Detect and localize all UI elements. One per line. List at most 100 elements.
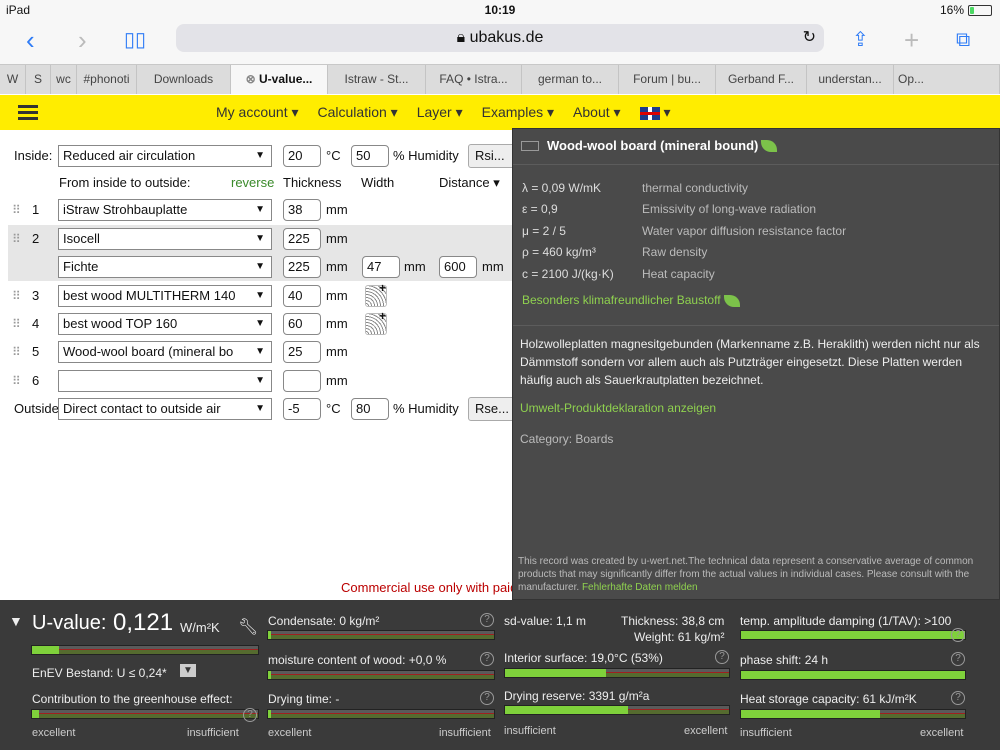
distance-header[interactable]: Distance ▾ — [439, 172, 500, 194]
layer-thickness-input[interactable]: 225 — [283, 256, 321, 278]
new-tab-icon[interactable]: + — [904, 26, 919, 54]
site-nav: My account ▾ Calculation ▾ Layer ▾ Examp… — [0, 95, 1000, 130]
layer-thickness-input[interactable]: 25 — [283, 341, 321, 363]
width-header: Width — [361, 175, 395, 190]
rse-button[interactable]: Rse... — [468, 397, 516, 421]
scale-insufficient: insufficient — [740, 727, 792, 739]
amplitude-damping-label: temp. amplitude damping (1/TAV): >100 — [740, 614, 952, 628]
layer-material-select[interactable]: Isocell ▼ — [58, 228, 272, 250]
layer-thickness-input[interactable]: 40 — [283, 285, 321, 307]
wrench-icon[interactable]: 🔧︎ — [238, 617, 258, 637]
hamburger-menu-icon[interactable] — [18, 105, 38, 120]
browser-tab[interactable]: understan... — [807, 65, 894, 94]
nav-about[interactable]: About ▾ — [573, 95, 621, 130]
close-tab-icon[interactable]: ⊗ — [246, 72, 259, 86]
browser-tab[interactable]: german to... — [522, 65, 619, 94]
nav-layer[interactable]: Layer ▾ — [417, 95, 463, 130]
share-icon[interactable]: ⇪ — [852, 26, 869, 54]
uvalue-unit: W/m²K — [180, 620, 220, 635]
bookmarks-icon[interactable]: ▯▯ — [124, 26, 146, 54]
browser-tab[interactable]: #phonoti — [77, 65, 137, 94]
browser-tab[interactable]: FAQ • Istra... — [426, 65, 522, 94]
help-icon[interactable]: ? — [480, 613, 494, 627]
help-icon[interactable]: ? — [951, 691, 965, 705]
nav-examples[interactable]: Examples ▾ — [482, 95, 554, 130]
prop-value: λ = 0,09 W/mK — [522, 181, 602, 195]
nav-my-account[interactable]: My account ▾ — [216, 95, 299, 130]
help-icon[interactable]: ? — [951, 628, 965, 642]
browser-tab-active[interactable]: ⊗ U-value... — [231, 65, 328, 94]
browser-tab[interactable]: Op... — [894, 65, 1000, 94]
interior-surface-bar — [504, 668, 730, 678]
prop-value: μ = 2 / 5 — [522, 224, 566, 238]
drying-time-label: Drying time: - — [268, 692, 340, 706]
drag-handle-icon[interactable]: ⠿ — [12, 199, 21, 221]
layer-material-select[interactable]: best wood TOP 160 ▼ — [58, 313, 272, 335]
collapse-icon[interactable]: ▼ — [9, 613, 23, 629]
back-icon[interactable]: ‹ — [26, 26, 35, 54]
outside-climate-select[interactable]: Direct contact to outside air ▼ — [58, 398, 272, 420]
browser-tab[interactable]: S — [26, 65, 51, 94]
outside-humidity-input[interactable]: 80 — [351, 398, 389, 420]
uvalue-bar — [31, 645, 259, 655]
leaf-icon — [761, 140, 777, 152]
language-selector[interactable]: ▾ — [639, 95, 670, 130]
leaf-icon — [723, 294, 740, 307]
layer-thickness-input[interactable]: 225 — [283, 228, 321, 250]
drag-handle-icon[interactable]: ⠿ — [12, 285, 21, 307]
scale-excellent: excellent — [32, 727, 76, 739]
drag-handle-icon[interactable]: ⠿ — [12, 228, 21, 250]
enev-dropdown-icon[interactable]: ▼ — [180, 664, 196, 677]
popup-divider — [513, 325, 999, 326]
rsi-button[interactable]: Rsi... — [468, 144, 516, 168]
add-icon[interactable]: + — [379, 309, 386, 323]
layer-material-select[interactable]: Wood-wool board (mineral bo ▼ — [58, 341, 272, 363]
forward-icon[interactable]: › — [78, 26, 87, 54]
browser-tab[interactable]: Forum | bu... — [619, 65, 716, 94]
report-error-link[interactable]: Fehlerhafte Daten melden — [582, 582, 698, 593]
layer-width-input[interactable]: 47 — [362, 256, 400, 278]
layer-material-select[interactable]: best wood MULTITHERM 140 ▼ — [58, 285, 272, 307]
outside-temp-input[interactable]: -5 — [283, 398, 321, 420]
prop-value: ε = 0,9 — [522, 202, 558, 216]
add-icon[interactable]: + — [379, 281, 386, 295]
layer-thickness-input[interactable] — [283, 370, 321, 392]
layer-thickness-input[interactable]: 60 — [283, 313, 321, 335]
inside-temp-input[interactable]: 20 — [283, 145, 321, 167]
browser-tab[interactable]: Gerband F... — [716, 65, 807, 94]
reverse-link[interactable]: reverse — [231, 172, 274, 194]
epd-link[interactable]: Umwelt-Produktdeklaration anzeigen — [520, 401, 716, 415]
eco-link[interactable]: Besonders klimafreundlicher Baustoff — [522, 293, 721, 307]
prop-desc: Emissivity of long-wave radiation — [642, 202, 817, 216]
help-icon[interactable]: ? — [480, 691, 494, 705]
reload-icon[interactable]: ↻ — [803, 24, 816, 52]
drag-handle-icon[interactable]: ⠿ — [12, 341, 21, 363]
chevron-down-icon: ▼ — [255, 403, 265, 414]
drag-handle-icon[interactable]: ⠿ — [12, 370, 21, 392]
inside-humidity-input[interactable]: 50 — [351, 145, 389, 167]
help-icon[interactable]: ? — [243, 708, 257, 722]
thickness-header: Thickness — [283, 175, 342, 190]
browser-tab[interactable]: wc — [51, 65, 77, 94]
unit-label: mm — [326, 259, 348, 274]
help-icon[interactable]: ? — [715, 650, 729, 664]
help-icon[interactable]: ? — [480, 652, 494, 666]
help-icon[interactable]: ? — [951, 652, 965, 666]
thickness-label: Thickness: 38,8 cm — [621, 614, 725, 628]
drag-handle-icon[interactable]: ⠿ — [12, 313, 21, 335]
layer-material-select[interactable]: Fichte ▼ — [58, 256, 272, 278]
tabs-overview-icon[interactable]: ⧉ — [956, 26, 970, 54]
layer-material-select[interactable]: ▼ — [58, 370, 272, 392]
unit-label: mm — [326, 288, 348, 303]
chevron-down-icon: ▼ — [255, 261, 265, 272]
nav-calculation[interactable]: Calculation ▾ — [318, 95, 398, 130]
layer-distance-input[interactable]: 600 — [439, 256, 477, 278]
layer-thickness-input[interactable]: 38 — [283, 199, 321, 221]
browser-tab[interactable]: Istraw - St... — [328, 65, 426, 94]
address-bar[interactable]: 🔒︎ ubakus.de ↻ — [176, 24, 824, 52]
browser-tab[interactable]: W — [0, 65, 26, 94]
chevron-down-icon: ▼ — [255, 346, 265, 357]
inside-climate-select[interactable]: Reduced air circulation ▼ — [58, 145, 272, 167]
layer-material-select[interactable]: iStraw Strohbauplatte ▼ — [58, 199, 272, 221]
browser-tab[interactable]: Downloads — [137, 65, 231, 94]
